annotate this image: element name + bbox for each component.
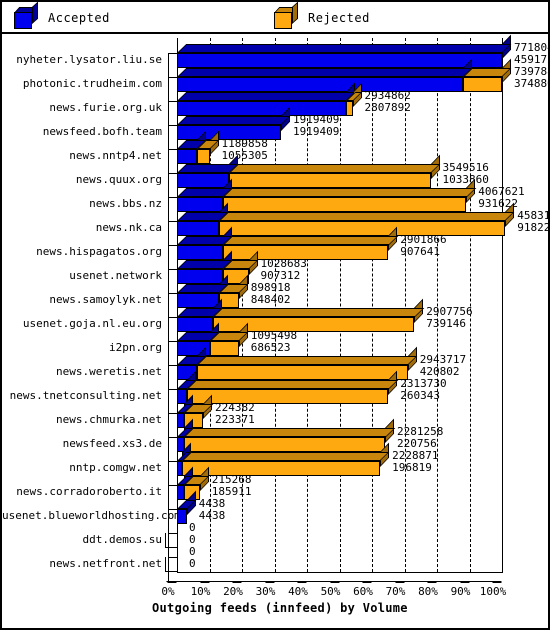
value-label-rejected: 196819 xyxy=(392,461,432,474)
category-label: newsfeed.xs3.de xyxy=(62,437,162,450)
chart-plot-area: nyheter.lysator.liu.se photonic.trudheim.… xyxy=(2,34,550,628)
category-label: i2pn.org xyxy=(109,341,162,354)
category-label: nyheter.lysator.liu.se xyxy=(16,53,162,66)
gridline xyxy=(502,38,503,572)
bar-segment-rejected xyxy=(196,346,418,380)
bar-segment-rejected xyxy=(463,58,512,92)
value-label-rejected: 223371 xyxy=(215,413,255,426)
gridline xyxy=(339,38,341,572)
value-label-rejected: 3748860 xyxy=(514,77,550,90)
category-label: news.samoylyk.net xyxy=(49,293,162,306)
legend-cube-accepted-icon xyxy=(14,1,38,29)
value-label-rejected: 4438 xyxy=(198,509,226,522)
gridline xyxy=(372,38,373,572)
bar-segment-accepted xyxy=(177,34,512,68)
value-label-rejected: 739146 xyxy=(426,317,466,330)
value-label-rejected: 686523 xyxy=(250,341,291,354)
value-label-rejected: 2807892 xyxy=(364,101,411,114)
value-label-rejected: 848402 xyxy=(250,293,291,306)
bar-segment-rejected xyxy=(219,274,249,308)
category-label: news.netfront.net xyxy=(49,557,162,570)
bar-segment-rejected xyxy=(222,178,476,212)
bar-segment-rejected xyxy=(196,130,219,164)
category-label: news.nk.ca xyxy=(95,221,162,234)
category-label: news.tnetconsulting.net xyxy=(9,389,162,402)
x-axis-title: Outgoing feeds (innfeed) by Volume xyxy=(152,601,408,615)
x-tick-mark xyxy=(156,572,177,583)
bar-segment-rejected xyxy=(209,322,249,356)
category-label: news.corradoroberto.it xyxy=(16,485,162,498)
y-axis-wall-line xyxy=(168,53,169,581)
legend-label-rejected: Rejected xyxy=(308,11,370,25)
bar-segment-rejected xyxy=(346,82,362,116)
bar-segment-rejected xyxy=(219,202,515,236)
value-label-rejected: 1055305 xyxy=(221,149,268,162)
bar-segment-rejected xyxy=(183,418,395,452)
category-label: usenet.blueworldhosting.com xyxy=(2,509,181,522)
category-label: news.nntp4.net xyxy=(69,149,162,162)
chart-page: Accepted Rejected nyheter.lysator.liu.se… xyxy=(0,0,550,630)
value-label-rejected: 260343 xyxy=(400,389,440,402)
category-label: ddt.demos.su xyxy=(82,533,162,546)
bar-segment-rejected xyxy=(229,154,440,188)
category-label: newsfeed.bofh.team xyxy=(42,125,162,138)
category-label: photonic.trudheim.com xyxy=(22,77,162,90)
category-label: nntp.comgw.net xyxy=(69,461,162,474)
legend-item-rejected: Rejected xyxy=(274,1,370,30)
value-label-rejected: 907641 xyxy=(400,245,440,258)
bar-segment-accepted xyxy=(177,58,473,92)
category-label: news.bbs.nz xyxy=(89,197,162,210)
value-label-rejected: 918222 xyxy=(517,221,550,234)
value-label-rejected: 1919409 xyxy=(293,125,340,138)
legend-cube-rejected-icon xyxy=(274,1,298,29)
category-label: news.chmurka.net xyxy=(56,413,162,426)
category-label: news.hispagatos.org xyxy=(36,245,162,258)
category-label: usenet.network xyxy=(69,269,162,282)
gridline xyxy=(404,38,406,572)
x-tick-label: 100% xyxy=(479,585,507,598)
legend-item-accepted: Accepted xyxy=(14,1,110,30)
category-label: news.weretis.net xyxy=(56,365,162,378)
category-label: usenet.goja.nl.eu.org xyxy=(22,317,162,330)
category-label: news.quux.org xyxy=(75,173,162,186)
legend-label-accepted: Accepted xyxy=(48,11,110,25)
value-label-rejected: 0 xyxy=(189,557,196,570)
category-label: news.furie.org.uk xyxy=(49,101,162,114)
chart-legend: Accepted Rejected xyxy=(2,1,548,34)
